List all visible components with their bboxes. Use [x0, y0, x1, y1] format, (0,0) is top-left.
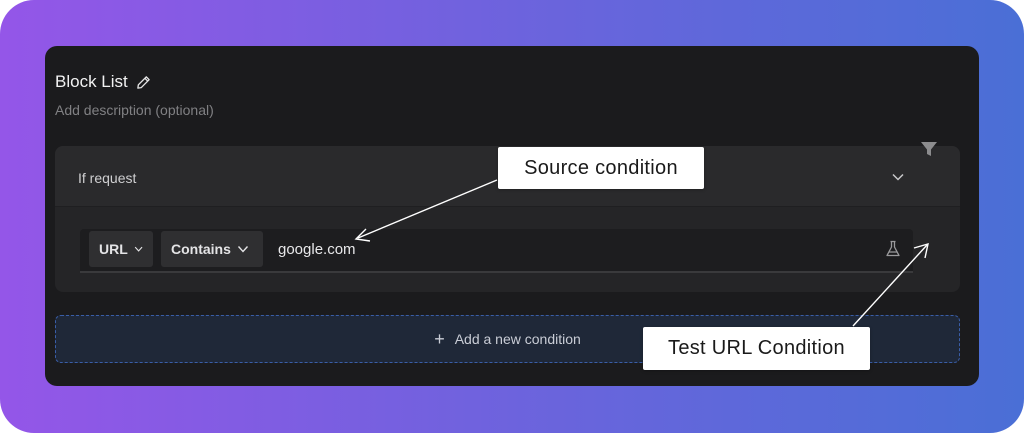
condition-row: URL Contains google.com	[80, 229, 913, 273]
source-condition-callout: Source condition	[498, 147, 704, 189]
filter-icon[interactable]	[920, 140, 938, 158]
pencil-icon[interactable]	[136, 75, 151, 90]
source-dropdown[interactable]: URL	[89, 231, 153, 267]
source-dropdown-label: URL	[99, 241, 128, 257]
test-url-condition-callout: Test URL Condition	[643, 327, 870, 370]
description-field[interactable]: Add description (optional)	[55, 102, 214, 118]
operator-dropdown-label: Contains	[171, 241, 231, 257]
gradient-background: Block List Add description (optional) If…	[0, 0, 1024, 433]
operator-dropdown[interactable]: Contains	[161, 231, 263, 267]
rule-title[interactable]: Block List	[55, 72, 128, 92]
add-condition-label: Add a new condition	[454, 331, 581, 347]
chevron-down-icon[interactable]	[891, 170, 905, 184]
flask-icon[interactable]	[885, 240, 901, 258]
chevron-down-icon	[237, 246, 248, 253]
condition-value-input[interactable]: google.com	[278, 241, 356, 258]
chevron-down-icon	[134, 246, 143, 252]
title-row: Block List	[55, 72, 151, 92]
if-request-label: If request	[78, 170, 137, 186]
plus-icon: +	[434, 329, 445, 349]
